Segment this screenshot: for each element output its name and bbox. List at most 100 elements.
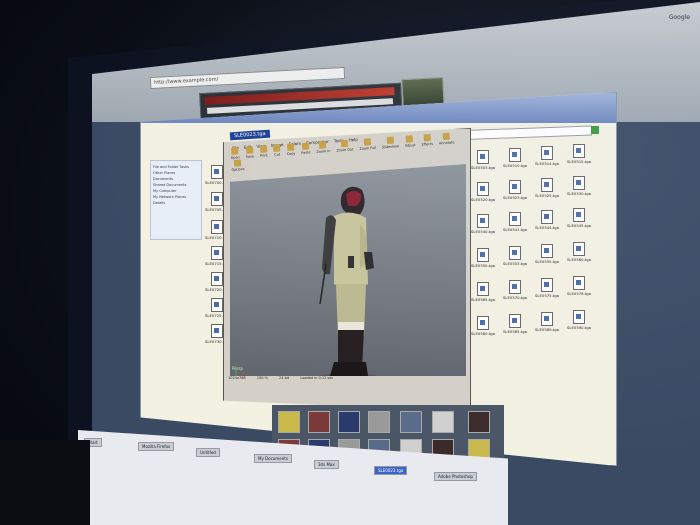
viewer-canvas[interactable]: x [230,164,466,386]
taskbar-item[interactable]: Mozilla Firefox [138,442,175,451]
file-item[interactable]: SLE0590.tga [562,310,596,336]
file-item[interactable]: SLE0523.tga [498,180,532,206]
file-item[interactable]: SLE0555.tga [530,244,564,270]
image-file-icon [541,244,553,258]
file-name: SLE0578.tga [566,291,592,296]
toolbar-button-zoom-full[interactable]: Zoom Full [359,138,376,151]
gallery-thumbnail[interactable] [278,411,300,433]
go-button[interactable] [591,126,599,134]
spacesuit-figure-image: x [235,186,378,381]
file-item[interactable]: SLE0580.tga [466,316,500,342]
image-file-icon [541,210,553,224]
toolbar-button-copy[interactable]: Copy [286,143,296,156]
image-file-icon [573,176,585,190]
file-item[interactable]: SLE0520.tga [466,182,500,208]
toolbar-button-save[interactable]: Save [245,146,255,159]
taskbar-item[interactable]: Adobe Photoshop [434,472,477,481]
explorer-sidebar: File and Folder Tasks Other Places Docum… [150,160,202,240]
toolbar-button-effects[interactable]: Effects [421,134,433,147]
toolbar-button-slideshow[interactable]: Slideshow [381,136,399,149]
toolbar-button-options[interactable]: Options [231,159,244,172]
sidebar-item-details[interactable]: Details [153,201,199,205]
file-name: SLE0585.tga [502,329,528,334]
file-name: SLE0575.tga [534,293,560,298]
image-file-icon [509,148,521,162]
file-item[interactable]: SLE0515.tga [562,144,596,170]
image-file-icon [509,314,521,328]
file-name: SLE0515.tga [566,159,592,164]
taskbar-item[interactable]: My Documents [254,454,292,463]
image-file-icon [211,272,223,286]
toolbar-button-annotate[interactable]: Annotate [438,132,455,145]
image-file-icon [573,242,585,256]
sidebar-item-network[interactable]: My Network Places [153,195,199,199]
file-item[interactable]: SLE0545.tga [562,208,596,234]
gallery-thumbnail[interactable] [368,411,390,433]
image-file-icon [541,146,553,160]
file-item[interactable]: SLE0503.tga [466,150,500,176]
file-item[interactable]: SLE0541.tga [498,212,532,238]
toolbar-button-zoom-out[interactable]: Zoom Out [336,139,353,152]
image-file-icon [541,312,553,326]
file-item[interactable]: SLE0575.tga [530,278,564,304]
viewport-label: Persp [232,366,243,371]
file-item[interactable]: SLE0589.tga [530,312,564,338]
file-item[interactable]: SLE0530.tga [562,176,596,202]
toolbar-button-zoom-in[interactable]: Zoom In [316,141,330,154]
gallery-thumbnail[interactable] [400,411,422,433]
toolbar-button-paste[interactable]: Paste [301,142,310,155]
file-item[interactable]: SLE0578.tga [562,276,596,302]
image-file-icon [541,278,553,292]
gallery-thumbnail[interactable] [468,411,490,433]
file-name: SLE0530.tga [566,191,592,196]
file-name: SLE0560.tga [566,257,592,262]
gallery-thumbnail[interactable] [432,411,454,433]
taskbar-item[interactable]: SLE0023.tga [374,466,408,475]
file-name: SLE0510.tga [502,163,528,168]
file-item[interactable]: SLE0510.tga [498,148,532,174]
file-name: SLE0544.tga [534,225,560,230]
image-file-icon [477,248,489,262]
sidebar-item-other-places[interactable]: Other Places [153,171,199,175]
image-file-icon [509,280,521,294]
sidebar-item-shared[interactable]: Shared Documents [153,183,199,187]
image-file-icon [477,316,489,330]
toolbar-button-open[interactable]: Open [230,147,240,160]
toolbar-button-print[interactable]: Print [259,145,268,158]
status-zoom: 100 % [256,376,268,380]
file-name: SLE0555.tga [534,259,560,264]
gallery-thumbnail[interactable] [338,411,360,433]
taskbar-item[interactable]: Untitled [196,448,220,457]
file-name: SLE0550.tga [470,263,496,268]
image-file-icon [509,212,521,226]
file-item[interactable]: SLE0585.tga [498,314,532,340]
file-name: SLE0503.tga [470,165,496,170]
file-item[interactable]: SLE0550.tga [466,248,500,274]
file-name: SLE0545.tga [566,223,592,228]
file-item[interactable]: SLE0514.tga [530,146,564,172]
image-file-icon [477,214,489,228]
sidebar-item-documents[interactable]: Documents [153,177,199,181]
file-item[interactable]: SLE0560.tga [562,242,596,268]
gallery-thumbnail[interactable] [308,411,330,433]
toolbar-button-cut[interactable]: Cut [273,144,281,157]
file-item[interactable]: SLE0544.tga [530,210,564,236]
toolbar-button-adjust[interactable]: Adjust [404,135,416,148]
file-name: SLE0580.tga [470,331,496,336]
image-file-icon [477,282,489,296]
file-item[interactable]: SLE0570.tga [498,280,532,306]
image-file-icon [211,192,223,206]
image-file-icon [211,246,223,260]
sidebar-item-computer[interactable]: My Computer [153,189,199,193]
browser-search-box[interactable]: Google [669,14,690,21]
image-file-icon [509,246,521,260]
status-resolution: 1024x768 [228,376,246,380]
file-name: SLE0589.tga [534,327,560,332]
file-item[interactable]: SLE0540.tga [466,214,500,240]
file-item[interactable]: SLE0525.tga [530,178,564,204]
file-item[interactable]: SLE0565.tga [466,282,500,308]
file-name: SLE0514.tga [534,161,560,166]
taskbar-item[interactable]: 3ds Max [314,460,339,469]
file-item[interactable]: SLE0553.tga [498,246,532,272]
sidebar-header: File and Folder Tasks [153,165,189,169]
